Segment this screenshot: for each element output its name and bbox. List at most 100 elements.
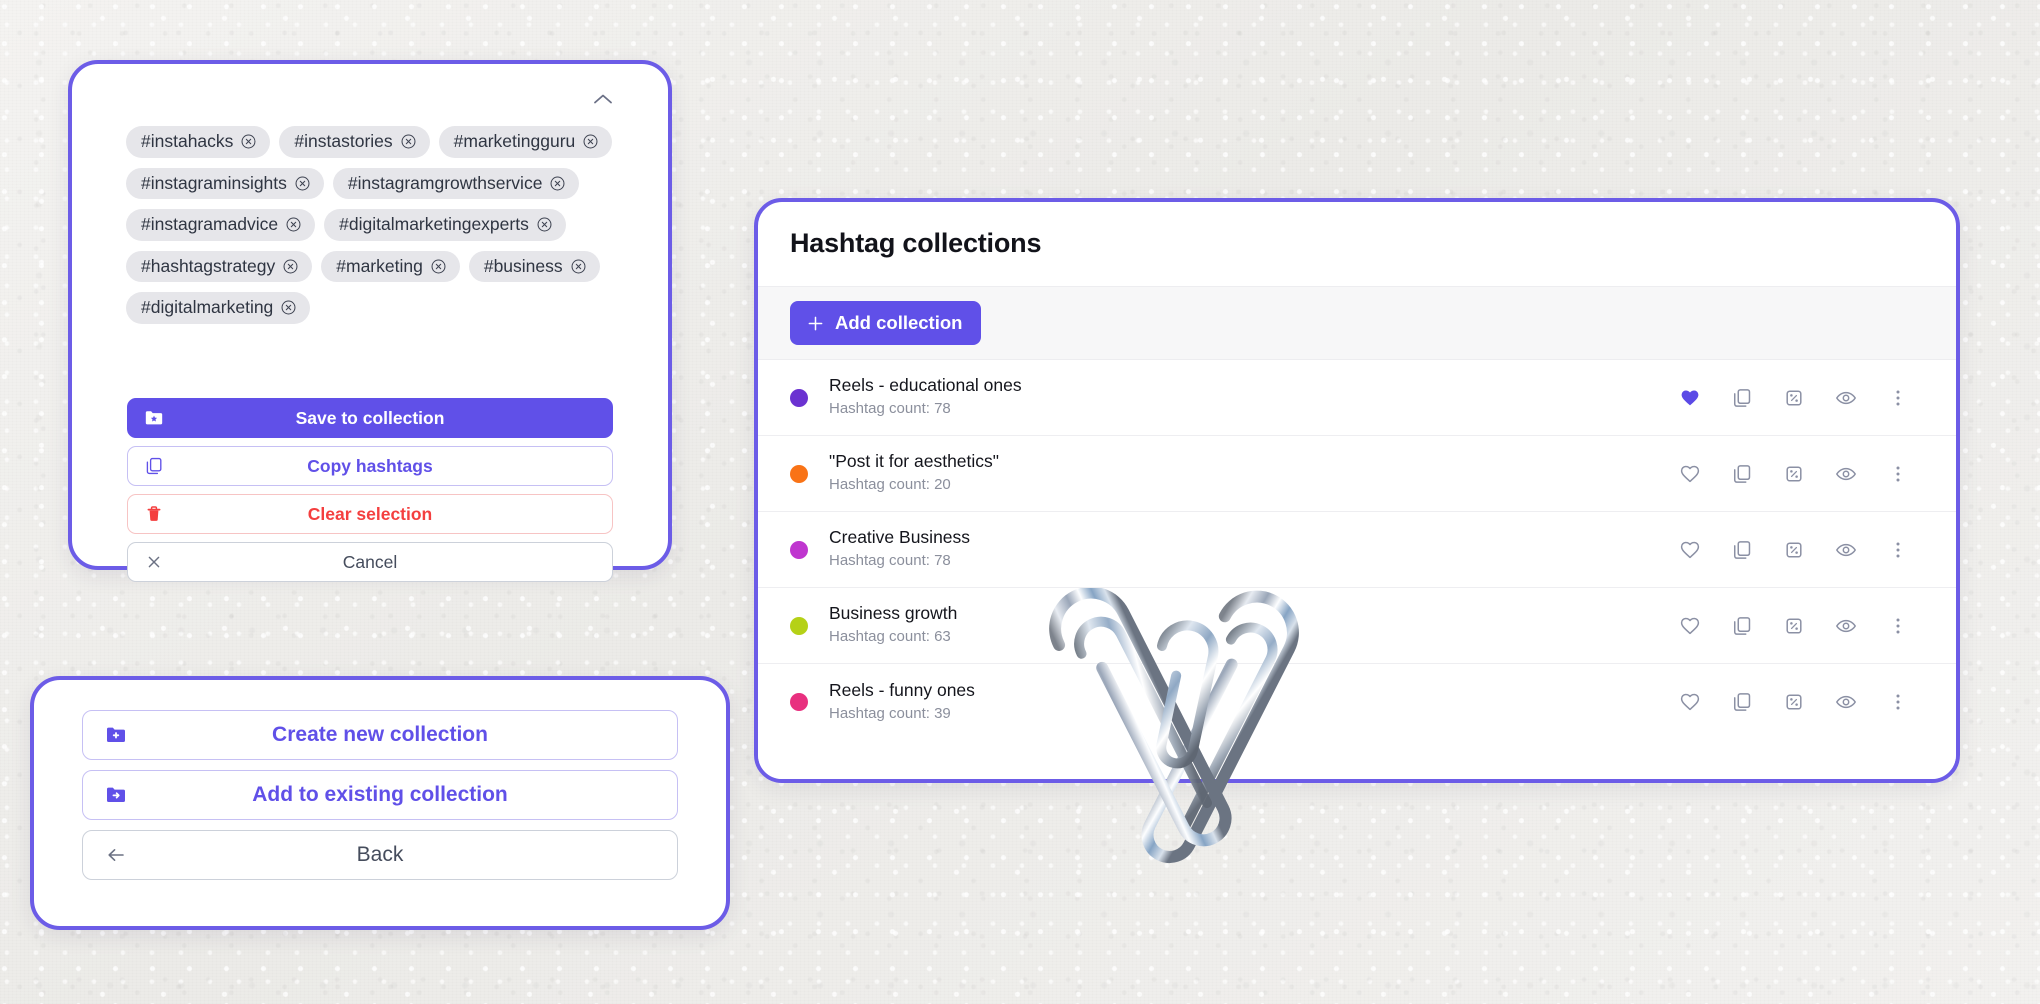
hashtag-chip-label: #instastories xyxy=(294,131,393,151)
more-vertical-action-button[interactable] xyxy=(1872,682,1924,722)
chevron-up-icon[interactable] xyxy=(590,86,616,112)
hashtag-chip-label: #instahacks xyxy=(141,131,234,151)
more-vertical-action-button[interactable] xyxy=(1872,530,1924,570)
collection-row[interactable]: Reels - funny ones Hashtag count: 39 xyxy=(758,664,1956,740)
hashtag-chip[interactable]: #digitalmarketing xyxy=(126,292,311,324)
copy-action-button[interactable] xyxy=(1716,682,1768,722)
collection-name: Business growth xyxy=(829,603,958,624)
hashtag-chip-remove-icon[interactable] xyxy=(400,133,417,150)
copy-icon xyxy=(1731,615,1753,637)
eye-action-button[interactable] xyxy=(1820,606,1872,646)
hashtag-chip[interactable]: #instagraminsights xyxy=(126,167,324,199)
hashtag-chip[interactable]: #business xyxy=(468,250,600,282)
more-vertical-action-button[interactable] xyxy=(1872,606,1924,646)
hashtag-chip[interactable]: #marketing xyxy=(321,250,460,282)
hashtag-chip-remove-icon[interactable] xyxy=(536,216,553,233)
shuffle-square-icon xyxy=(1783,615,1805,637)
create-new-collection-button[interactable]: Create new collection xyxy=(82,710,678,760)
collection-row[interactable]: Reels - educational ones Hashtag count: 7… xyxy=(758,360,1956,436)
collection-name: "Post it for aesthetics" xyxy=(829,451,999,472)
action-button-label: Copy hashtags xyxy=(307,455,433,476)
heart-action-button[interactable] xyxy=(1664,378,1716,418)
collection-row[interactable]: Business growth Hashtag count: 63 xyxy=(758,588,1956,664)
shuffle-square-action-button[interactable] xyxy=(1768,606,1820,646)
more-vertical-icon xyxy=(1887,691,1909,713)
heart-icon xyxy=(1679,615,1701,637)
collections-list: Reels - educational ones Hashtag count: 7… xyxy=(758,360,1956,779)
collection-hashtag-count: Hashtag count: 39 xyxy=(829,704,951,722)
hashtag-chip-remove-icon[interactable] xyxy=(582,133,599,150)
eye-action-button[interactable] xyxy=(1820,530,1872,570)
hashtag-chip[interactable]: #marketingguru xyxy=(438,126,613,158)
heart-action-button[interactable] xyxy=(1664,606,1716,646)
hashtag-chip-remove-icon[interactable] xyxy=(430,258,447,275)
hashtag-chip[interactable]: #instastories xyxy=(279,126,430,158)
page-title: Hashtag collections xyxy=(790,228,1042,258)
copy-hashtags-button[interactable]: Copy hashtags xyxy=(127,446,613,486)
add-collection-button[interactable]: Add collection xyxy=(790,301,982,345)
copy-action-button[interactable] xyxy=(1716,454,1768,494)
hashtag-chip-remove-icon[interactable] xyxy=(570,258,587,275)
eye-action-button[interactable] xyxy=(1820,454,1872,494)
eye-icon xyxy=(1835,463,1857,485)
eye-icon xyxy=(1835,387,1857,409)
add-to-existing-collection-button[interactable]: Add to existing collection xyxy=(82,770,678,820)
collection-text: Business growth Hashtag count: 63 xyxy=(829,603,1664,647)
collection-row[interactable]: "Post it for aesthetics" Hashtag count: 2… xyxy=(758,436,1956,512)
copy-icon xyxy=(1731,691,1753,713)
collection-hashtag-count: Hashtag count: 20 xyxy=(829,476,951,494)
heart-action-button[interactable] xyxy=(1664,454,1716,494)
collection-text: Reels - funny ones Hashtag count: 39 xyxy=(829,680,1664,724)
shuffle-square-icon xyxy=(1783,463,1805,485)
eye-action-button[interactable] xyxy=(1820,378,1872,418)
more-vertical-action-button[interactable] xyxy=(1872,454,1924,494)
hashtag-chip[interactable]: #instagramadvice xyxy=(126,209,316,241)
copy-action-button[interactable] xyxy=(1716,606,1768,646)
more-vertical-icon xyxy=(1887,387,1909,409)
copy-action-button[interactable] xyxy=(1716,530,1768,570)
back-button[interactable]: Back xyxy=(82,830,678,880)
more-vertical-action-button[interactable] xyxy=(1872,378,1924,418)
heart-action-button[interactable] xyxy=(1664,682,1716,722)
action-button-label: Add to existing collection xyxy=(252,783,508,806)
hashtag-chip-remove-icon[interactable] xyxy=(280,299,297,316)
shuffle-square-action-button[interactable] xyxy=(1768,454,1820,494)
shuffle-square-action-button[interactable] xyxy=(1768,530,1820,570)
copy-icon xyxy=(144,456,164,476)
hashtag-chip-label: #digitalmarketingexperts xyxy=(339,214,529,234)
hashtag-chip[interactable]: #instahacks xyxy=(126,126,271,158)
hashtag-chip[interactable]: #instagramgrowthservice xyxy=(332,167,580,199)
hashtag-chip[interactable]: #digitalmarketingexperts xyxy=(324,209,566,241)
folder-arrow-icon xyxy=(105,784,127,806)
collection-text: "Post it for aesthetics" Hashtag count: 2… xyxy=(829,451,1664,495)
cancel-button[interactable]: Cancel xyxy=(127,542,613,582)
hashtag-chip-remove-icon[interactable] xyxy=(294,175,311,192)
hashtag-chip-remove-icon[interactable] xyxy=(240,133,257,150)
heart-action-button[interactable] xyxy=(1664,530,1716,570)
hashtag-selection-card: #instahacks #instastories #marketingguru #i… xyxy=(68,60,672,582)
heart-filled-icon xyxy=(1679,387,1701,409)
hashtag-chip-remove-icon[interactable] xyxy=(285,216,302,233)
hashtag-chip-remove-icon[interactable] xyxy=(282,258,299,275)
clear-selection-button[interactable]: Clear selection xyxy=(127,494,613,534)
eye-icon xyxy=(1835,615,1857,637)
hashtag-chip-remove-icon[interactable] xyxy=(549,175,566,192)
collection-destination-actions: Create new collection Add to existing col… xyxy=(82,710,678,890)
hashtag-chip-label: #instagramgrowthservice xyxy=(347,172,543,193)
shuffle-square-action-button[interactable] xyxy=(1768,378,1820,418)
collection-name: Creative Business xyxy=(829,527,971,548)
more-vertical-icon xyxy=(1887,615,1909,637)
action-button-label: Cancel xyxy=(342,551,398,572)
eye-action-button[interactable] xyxy=(1820,682,1872,722)
selection-actions: Save to collection Copy hashtags Clear sel… xyxy=(127,398,613,590)
action-button-label: Save to collection xyxy=(295,407,445,428)
collection-hashtag-count: Hashtag count: 78 xyxy=(829,400,951,418)
shuffle-square-action-button[interactable] xyxy=(1768,682,1820,722)
save-to-collection-button[interactable]: Save to collection xyxy=(127,398,613,438)
collection-hashtag-count: Hashtag count: 78 xyxy=(829,552,951,570)
hashtag-chip-label: #marketingguru xyxy=(453,131,576,151)
hashtag-chip[interactable]: #hashtagstrategy xyxy=(126,250,313,282)
collection-row-actions xyxy=(1664,454,1924,494)
copy-action-button[interactable] xyxy=(1716,378,1768,418)
collection-row[interactable]: Creative Business Hashtag count: 78 xyxy=(758,512,1956,588)
